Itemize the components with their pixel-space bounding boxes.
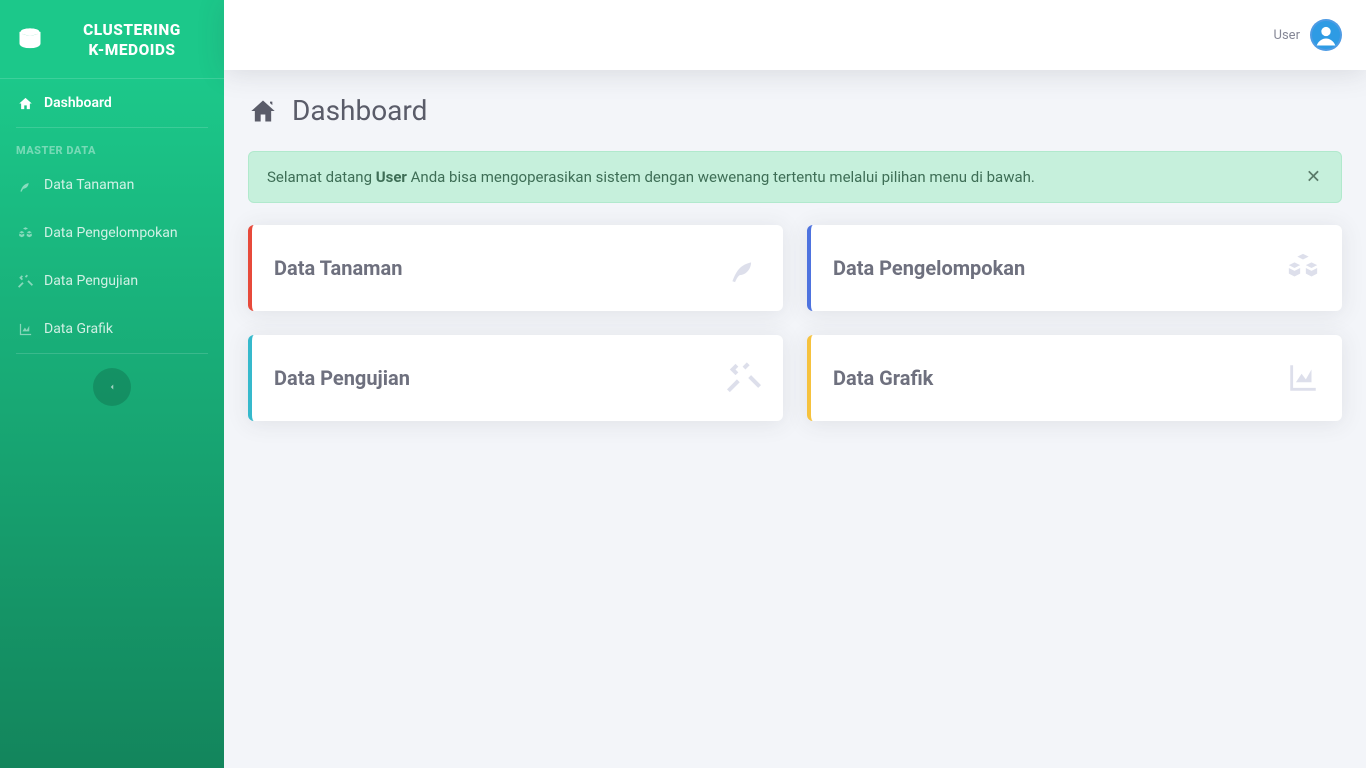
- sidebar-item-data-pengelompokan[interactable]: Data Pengelompokan: [0, 209, 224, 257]
- tools-icon: [727, 361, 761, 395]
- sidebar-item-label: Data Tanaman: [44, 177, 134, 193]
- home-icon: [248, 97, 278, 125]
- brand-line2: K-MEDOIDS: [88, 41, 175, 59]
- sidebar-item-label: Data Pengujian: [44, 273, 138, 289]
- user-menu[interactable]: User: [1274, 19, 1342, 51]
- card-title: Data Pengujian: [274, 366, 410, 390]
- welcome-alert: Selamat datang User Anda bisa mengoperas…: [248, 151, 1342, 203]
- brand-line1: CLUSTERING: [83, 21, 181, 39]
- sidebar-item-label: Data Pengelompokan: [44, 225, 178, 241]
- home-icon: [16, 96, 34, 111]
- alert-bold: User: [376, 168, 407, 186]
- leaf-icon: [727, 251, 761, 285]
- sidebar-section-heading: MASTER DATA: [0, 128, 224, 161]
- page-title-row: Dashboard: [248, 94, 1342, 127]
- leaf-icon: [16, 178, 34, 193]
- sidebar-nav: Dashboard MASTER DATA Data Tanaman Data …: [0, 79, 224, 440]
- content-area: Dashboard Selamat datang User Anda bisa …: [224, 70, 1366, 768]
- card-data-pengujian[interactable]: Data Pengujian: [248, 335, 783, 421]
- alert-suffix: Anda bisa mengoperasikan sistem dengan w…: [407, 168, 1035, 186]
- topbar: User: [224, 0, 1366, 70]
- card-data-tanaman[interactable]: Data Tanaman: [248, 225, 783, 311]
- sidebar-item-label: Dashboard: [44, 95, 112, 111]
- card-data-grafik[interactable]: Data Grafik: [807, 335, 1342, 421]
- sidebar-item-label: Data Grafik: [44, 321, 113, 337]
- chart-area-icon: [1286, 361, 1320, 395]
- sidebar: CLUSTERING K-MEDOIDS Dashboard MASTER DA…: [0, 0, 224, 768]
- chart-area-icon: [16, 322, 34, 337]
- user-label: User: [1274, 28, 1300, 43]
- close-icon: ✕: [1306, 167, 1321, 187]
- sidebar-item-data-pengujian[interactable]: Data Pengujian: [0, 257, 224, 305]
- database-icon: [16, 26, 44, 54]
- sidebar-collapse-button[interactable]: [93, 368, 131, 406]
- card-data-pengelompokan[interactable]: Data Pengelompokan: [807, 225, 1342, 311]
- chevron-left-icon: [107, 381, 117, 393]
- tools-icon: [16, 274, 34, 289]
- cubes-icon: [16, 226, 34, 241]
- sidebar-collapse-wrap: [0, 354, 224, 430]
- brand-text: CLUSTERING K-MEDOIDS: [56, 20, 208, 60]
- brand[interactable]: CLUSTERING K-MEDOIDS: [0, 0, 224, 79]
- card-title: Data Grafik: [833, 366, 933, 390]
- alert-prefix: Selamat datang: [267, 168, 376, 186]
- page-title: Dashboard: [292, 94, 427, 127]
- sidebar-item-data-grafik[interactable]: Data Grafik: [0, 305, 224, 353]
- avatar: [1310, 19, 1342, 51]
- card-title: Data Tanaman: [274, 256, 402, 280]
- sidebar-item-dashboard[interactable]: Dashboard: [0, 79, 224, 127]
- sidebar-item-data-tanaman[interactable]: Data Tanaman: [0, 161, 224, 209]
- alert-close-button[interactable]: ✕: [1296, 161, 1331, 194]
- cubes-icon: [1286, 251, 1320, 285]
- main-column: User Dashboard Selamat datang User Anda …: [224, 0, 1366, 768]
- card-grid: Data Tanaman Data Pengelompokan Data Pen…: [248, 225, 1342, 421]
- app-root: CLUSTERING K-MEDOIDS Dashboard MASTER DA…: [0, 0, 1366, 768]
- card-title: Data Pengelompokan: [833, 256, 1025, 280]
